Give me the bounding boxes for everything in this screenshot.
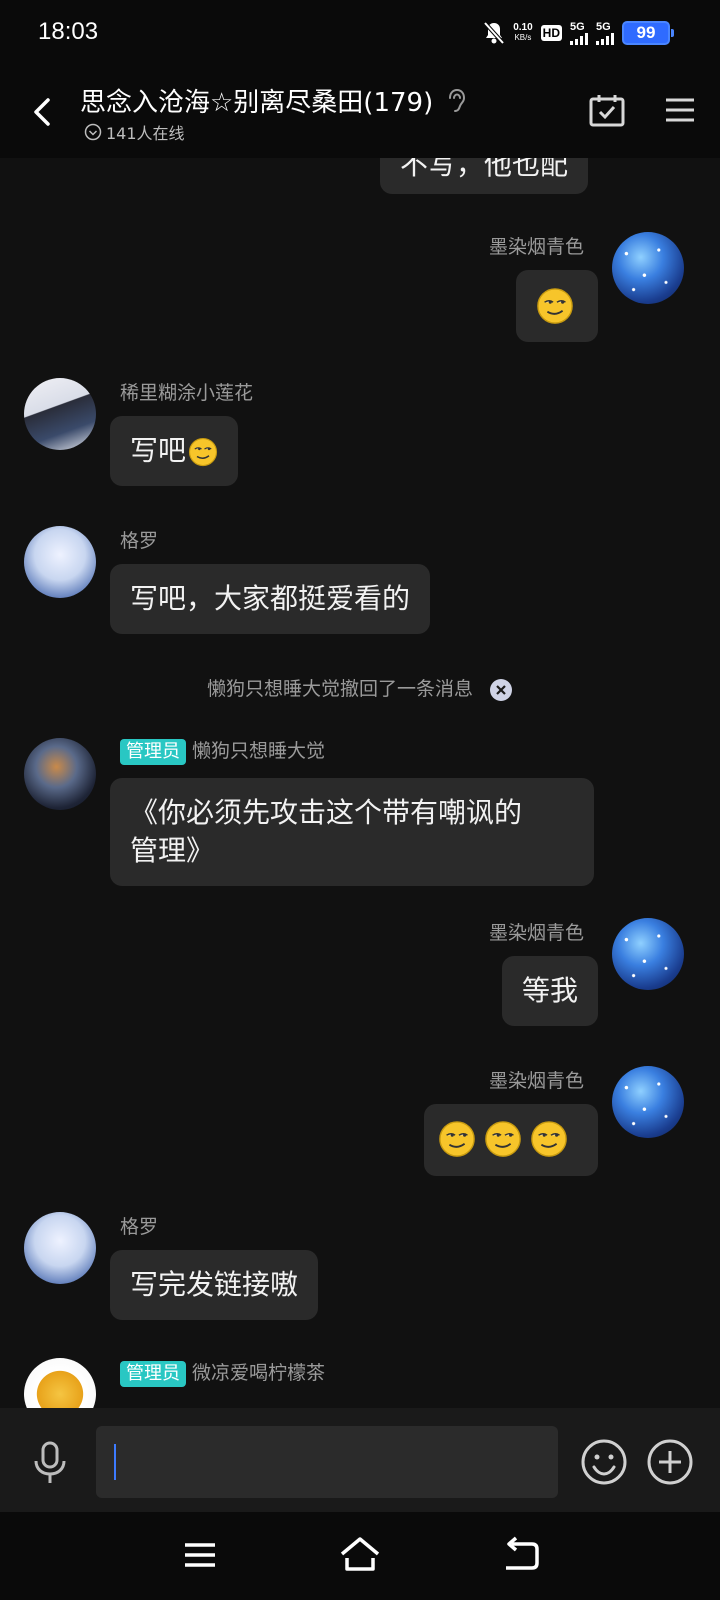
message-bubble[interactable]: 写完发链接嗷 [110,1250,319,1320]
ear-icon[interactable] [443,86,469,116]
recent-apps-icon[interactable] [182,1540,218,1570]
admin-badge: 管理员 [120,739,186,765]
title-row[interactable]: 思念入沧海☆别离尽桑田(179) [80,82,469,119]
microphone-icon[interactable] [30,1440,70,1486]
avatar[interactable] [612,232,684,304]
emoji-icon[interactable] [580,1438,628,1486]
smirk-emoji-icon [485,1121,521,1157]
signal-bars-icon [596,32,614,45]
message-bubble[interactable]: 不写，他也配 [380,158,589,194]
text-caret [114,1444,116,1480]
message-bubble[interactable] [424,1104,598,1176]
status-icons: 0.10 KB/s HD 5G 5G 99 [483,18,674,48]
back-arrow-icon[interactable] [28,92,58,132]
hd-badge: HD [540,25,562,41]
sim1-signal: 5G [570,21,588,45]
group-title: 思念入沧海☆别离尽桑田(179) [80,88,434,118]
avatar[interactable] [24,1358,96,1408]
avatar[interactable] [24,378,96,450]
sim2-signal: 5G [596,21,614,45]
online-count: 141人在线 [84,120,185,144]
chat-header: 思念入沧海☆别离尽桑田(179) 141人在线 [0,66,720,158]
sender-name: 墨染烟青色 [488,236,584,258]
avatar[interactable] [24,1212,96,1284]
net-speed: 0.10 KB/s [513,22,533,43]
sender-name: 稀里糊涂小莲花 [120,382,254,404]
sender-name: 格罗 [120,530,159,552]
status-time: 18:03 [38,18,99,45]
smirk-emoji-icon [531,1121,567,1157]
smirk-emoji-icon [188,437,218,467]
sender-name: 格罗 [120,1216,159,1238]
message-bubble[interactable]: 写吧，大家都挺爱看的 [110,564,431,634]
avatar[interactable] [24,738,96,810]
battery-icon: 99 [622,21,674,45]
recall-notice: 懒狗只想睡大觉撤回了一条消息 [0,674,720,702]
message-list[interactable]: 不写，他也配 墨染烟青色 稀里糊涂小莲花 写吧 格罗 写吧，大家都挺爱看的 懒狗… [0,158,720,1408]
add-icon[interactable] [646,1438,694,1486]
menu-icon[interactable] [664,96,696,124]
status-bar: 18:03 0.10 KB/s HD 5G 5G 99 [0,0,720,66]
back-icon[interactable] [502,1536,540,1572]
sender-name: 墨染烟青色 [488,922,584,944]
smirk-emoji-icon [537,288,573,324]
admin-badge: 管理员 [120,1361,186,1387]
smirk-emoji-icon [439,1121,475,1157]
sender-name: 墨染烟青色 [488,1070,584,1092]
avatar[interactable] [612,918,684,990]
message-bubble[interactable]: 《你必须先攻击这个带有嘲讽的 管理》 [110,778,594,886]
mute-icon [483,21,505,45]
sender-name: 管理员 懒狗只想睡大觉 [120,736,325,765]
avatar[interactable] [612,1066,684,1138]
close-circle-icon[interactable] [489,678,513,702]
calendar-check-icon[interactable] [588,92,626,128]
home-icon[interactable] [338,1534,382,1574]
input-bar [0,1408,720,1512]
check-circle-icon [84,123,102,141]
message-input[interactable] [96,1426,558,1498]
message-bubble[interactable]: 写吧 [110,416,239,486]
sender-name: 管理员 微凉爱喝柠檬茶 [120,1358,325,1387]
system-nav-bar [0,1512,720,1600]
message-bubble[interactable] [516,270,598,342]
avatar[interactable] [24,526,96,598]
message-bubble[interactable]: 等我 [502,956,599,1026]
signal-bars-icon [570,32,588,45]
